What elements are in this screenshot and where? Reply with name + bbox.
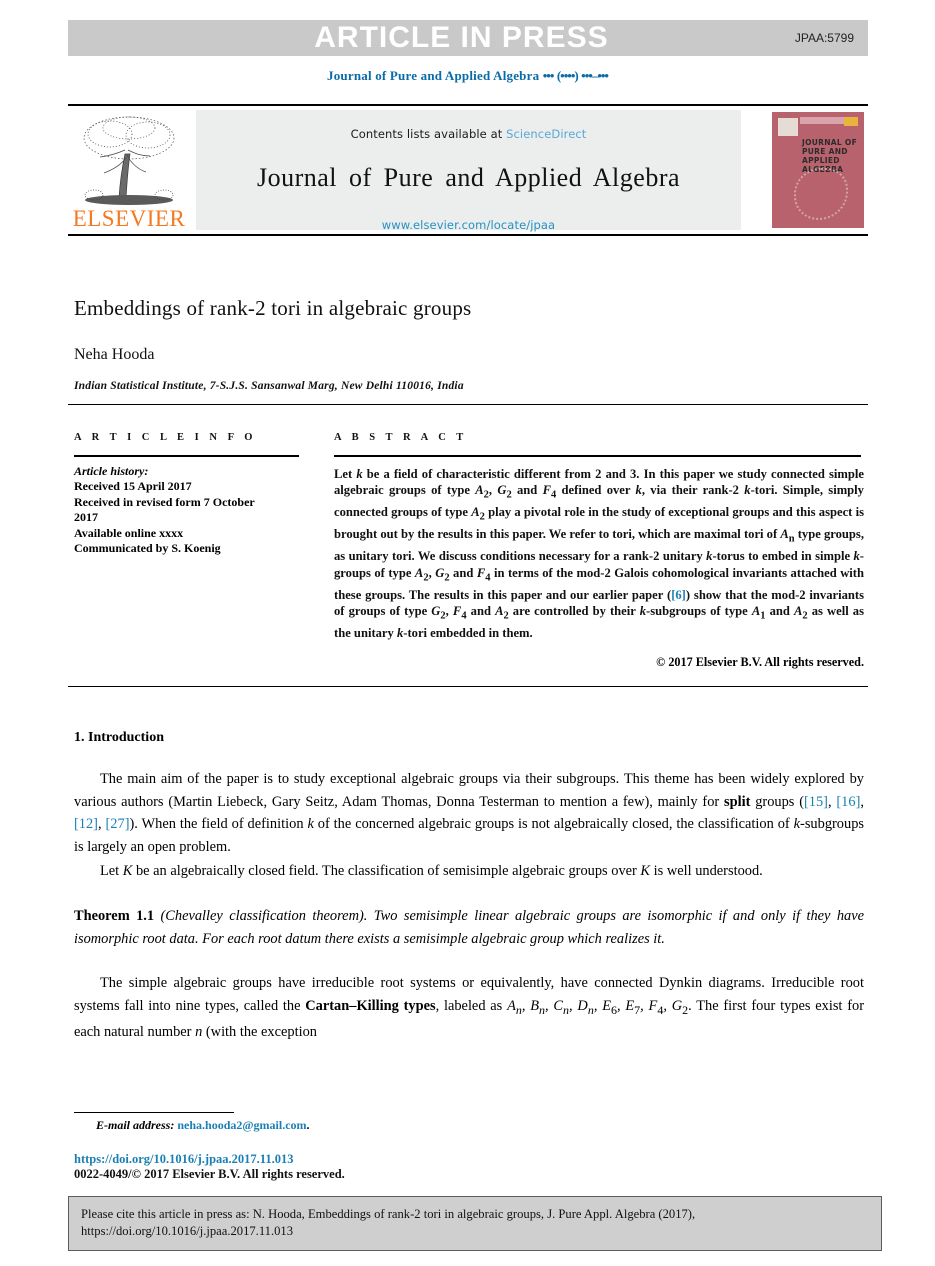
running-head-volume: ••• [542, 68, 555, 83]
abstract-column: A B S T R A C T Let k be a field of char… [334, 432, 864, 670]
abstract-copyright: © 2017 Elsevier B.V. All rights reserved… [656, 655, 864, 670]
contents-lists-prefix: Contents lists available at [350, 127, 507, 141]
please-cite-box: Please cite this article in press as: N.… [68, 1196, 882, 1251]
cite-line-2: https://doi.org/10.1016/j.jpaa.2017.11.0… [81, 1224, 293, 1238]
article-info-divider [74, 455, 299, 457]
article-in-press-banner: ARTICLE IN PRESS JPAA:5799 [68, 20, 868, 56]
title-divider [68, 404, 868, 405]
cite-line-1: Please cite this article in press as: N.… [81, 1207, 696, 1221]
article-history-line: 2017 [74, 510, 98, 524]
abstract-text: Let k be a field of characteristic diffe… [334, 467, 865, 640]
masthead-journal-title: Journal of Pure and Applied Algebra [256, 163, 681, 192]
theorem-1-1: Theorem 1.1 (Chevalley classification th… [74, 907, 864, 947]
abstract-bottom-divider [68, 686, 868, 687]
article-in-press-text: ARTICLE IN PRESS [314, 21, 609, 54]
author-name: Neha Hooda [74, 346, 155, 363]
elsevier-logo: ELSEVIER [70, 110, 188, 231]
abstract-divider [334, 455, 861, 457]
journal-cover-thumbnail: JOURNAL OF PURE AND APPLIED ALGEBRA [772, 112, 864, 228]
running-head-pages: •••–••• [581, 68, 609, 83]
running-head-journal: Journal of Pure and Applied Algebra [327, 68, 540, 83]
sciencedirect-link[interactable]: ScienceDirect [506, 127, 586, 141]
footnote-email-line: E-mail address: neha.hooda2@gmail.com. [96, 1118, 310, 1133]
author-email-link[interactable]: neha.hooda2@gmail.com [177, 1118, 306, 1132]
article-history-line: Communicated by S. Koenig [74, 541, 221, 555]
article-code-label: JPAA:5799 [794, 31, 854, 45]
contents-lists-line: Contents lists available at ScienceDirec… [196, 110, 741, 141]
article-info-column: A R T I C L E I N F O Article history: R… [74, 432, 306, 557]
masthead-center-panel: Contents lists available at ScienceDirec… [196, 110, 741, 232]
page-title: Embeddings of rank-2 tori in algebraic g… [74, 296, 472, 320]
article-body: 1. Introduction The main aim of the pape… [74, 730, 864, 1046]
issn-copyright-line: 0022-4049/© 2017 Elsevier B.V. All right… [74, 1167, 345, 1181]
abstract-heading: A B S T R A C T [334, 432, 468, 443]
cover-accent-block [844, 117, 858, 126]
email-suffix: . [306, 1118, 310, 1132]
footnote-divider [74, 1112, 234, 1113]
article-history-line: Received in revised form 7 October [74, 494, 255, 509]
cover-elsevier-mark [778, 118, 798, 136]
running-head: Journal of Pure and Applied Algebra ••• … [0, 68, 935, 84]
article-history-label: Article history: [74, 464, 149, 478]
svg-text:ELSEVIER: ELSEVIER [73, 206, 186, 230]
article-history-line: Available online xxxx [74, 525, 184, 540]
body-paragraph: The simple algebraic groups have irreduc… [74, 975, 864, 1041]
running-head-year: (••••) [556, 68, 579, 83]
email-label: E-mail address: [96, 1118, 175, 1132]
cover-decorative-shape [794, 168, 848, 220]
article-info-heading: A R T I C L E I N F O [74, 432, 257, 443]
journal-masthead: ELSEVIER Contents lists available at Sci… [68, 104, 868, 236]
section-heading-introduction: 1. Introduction [74, 730, 164, 745]
elsevier-tree-icon: ELSEVIER [73, 116, 186, 231]
article-history-line: Received 15 April 2017 [74, 479, 192, 493]
author-affiliation: Indian Statistical Institute, 7-S.J.S. S… [74, 380, 464, 392]
journal-homepage-url[interactable]: www.elsevier.com/locate/jpaa [196, 193, 741, 232]
doi-link[interactable]: https://doi.org/10.1016/j.jpaa.2017.11.0… [74, 1152, 293, 1167]
body-paragraph: The main aim of the paper is to study ex… [74, 771, 864, 855]
body-paragraph: Let K be an algebraically closed field. … [100, 863, 763, 880]
